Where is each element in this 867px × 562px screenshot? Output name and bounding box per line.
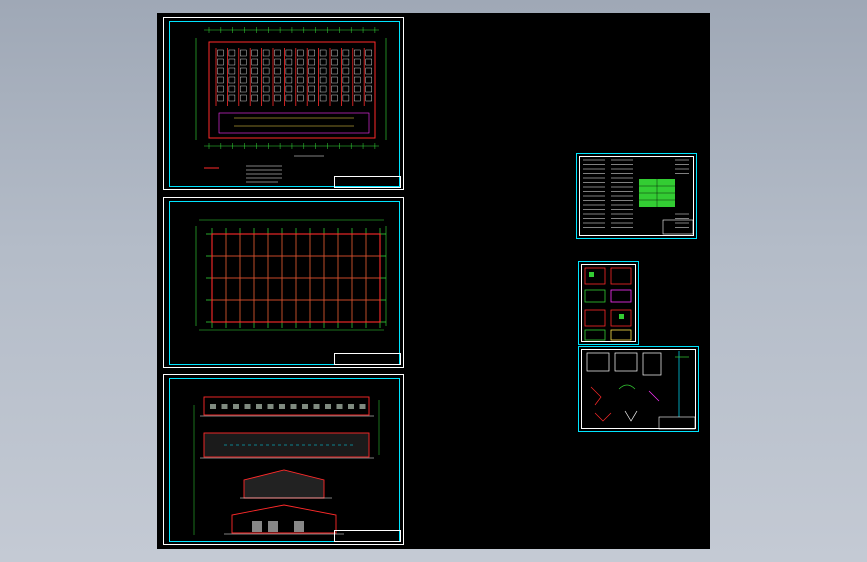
notes-table-drawing-icon xyxy=(583,159,694,235)
title-block xyxy=(334,530,401,542)
floor-plan-drawing-icon xyxy=(195,27,387,183)
drawing-sheet-structural-grid[interactable] xyxy=(163,197,404,368)
detail-drawing-icon xyxy=(586,351,696,430)
cad-model-viewport[interactable] xyxy=(157,13,710,549)
drawing-sheet-elevations[interactable] xyxy=(163,374,404,545)
drawing-sheet-details-small[interactable] xyxy=(578,261,639,345)
structural-grid-drawing-icon xyxy=(195,219,387,331)
drawing-sheet-notes-table[interactable] xyxy=(576,153,697,239)
drawing-sheet-floor-plan[interactable] xyxy=(163,17,404,190)
title-block xyxy=(334,176,401,188)
drawing-sheet-details-large[interactable] xyxy=(578,346,699,432)
detail-drawing-icon xyxy=(584,267,632,341)
title-block xyxy=(334,353,401,365)
elevation-drawing-icon xyxy=(193,396,380,535)
